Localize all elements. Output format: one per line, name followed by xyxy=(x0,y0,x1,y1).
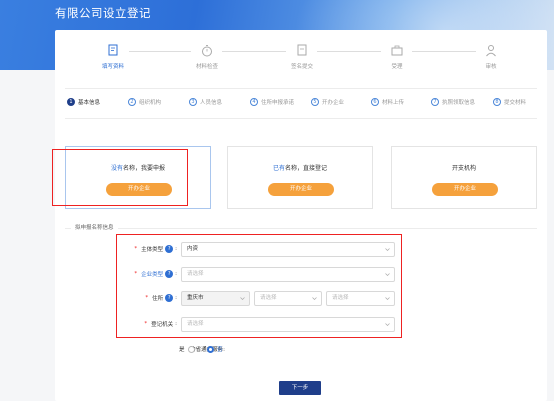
briefcase-icon xyxy=(391,45,403,56)
option-title: 开支机构 xyxy=(451,165,476,172)
substep-label: 开办企业 xyxy=(322,100,345,106)
enterprise-type-select[interactable]: 请选择 xyxy=(181,267,395,282)
chevron-down-icon xyxy=(385,297,390,300)
substep-address-commitment[interactable]: 4 住所申报承诺 xyxy=(250,98,294,106)
substep-label: 基本信息 xyxy=(78,100,101,106)
radio-no[interactable]: 否 xyxy=(207,345,223,353)
help-icon[interactable]: ? xyxy=(165,294,174,302)
row-address: * 住所?: 重庆市 请选择 请选择 xyxy=(55,291,547,306)
radio-label: 否 xyxy=(217,347,223,353)
divider xyxy=(65,88,537,89)
radio-circle[interactable] xyxy=(207,345,214,353)
substep-label: 提交材料 xyxy=(504,100,527,106)
open-enterprise-button[interactable]: 开办企业 xyxy=(432,183,498,196)
section-title: 拟申报名称信息 xyxy=(71,223,118,231)
radio-circle[interactable] xyxy=(187,345,195,353)
step-review: 审核 xyxy=(451,44,531,70)
step-label: 材料检查 xyxy=(195,64,218,70)
step-label: 填写资料 xyxy=(101,64,124,70)
substep-open-enterprise[interactable]: 5 开办企业 xyxy=(311,98,344,106)
city-select[interactable]: 重庆市 xyxy=(181,291,250,306)
user-check-icon xyxy=(486,45,496,57)
document-edit-icon xyxy=(108,44,118,56)
open-enterprise-button[interactable]: 开办企业 xyxy=(106,183,172,196)
row-enterprise-type: * 企业类型?: 请选择 xyxy=(55,267,547,282)
substep-number: 3 xyxy=(189,98,197,106)
chevron-down-icon xyxy=(240,297,245,300)
sub-steps: 1 基本信息 2 组织机构 3 人员信息 4 住所申报承诺 5 开办企业 6 材… xyxy=(55,98,547,112)
address-label: * 住所?: xyxy=(145,294,177,302)
registry-label: * 登记机关: xyxy=(144,321,177,328)
substep-label: 组织机构 xyxy=(139,100,162,106)
row-subject-type: * 主体类型?: 内资 xyxy=(55,242,547,257)
registry-select[interactable]: 请选择 xyxy=(181,317,395,332)
open-enterprise-button[interactable]: 开办企业 xyxy=(268,183,334,196)
step-sign: 签名提交 xyxy=(262,44,342,70)
substep-upload[interactable]: 6 材料上传 xyxy=(371,98,404,106)
substep-label: 执照领取信息 xyxy=(442,100,476,106)
section-divider xyxy=(65,228,537,229)
substep-label: 材料上传 xyxy=(382,100,405,106)
district-select[interactable]: 请选择 xyxy=(254,291,322,306)
substep-personnel[interactable]: 3 人员信息 xyxy=(189,98,222,106)
help-icon[interactable]: ? xyxy=(165,270,174,278)
stopwatch-icon xyxy=(202,45,212,57)
substep-number: 5 xyxy=(311,98,319,106)
street-select[interactable]: 请选择 xyxy=(326,291,395,306)
step-accept: 受理 xyxy=(357,44,437,70)
row-registry: * 登记机关: 请选择 xyxy=(55,317,547,332)
option-apply-new-name[interactable]: 没有名称，我要申报 开办企业 xyxy=(65,146,211,209)
substep-basic-info[interactable]: 1 基本信息 xyxy=(67,98,100,106)
radio-label: 是 xyxy=(179,347,185,353)
page-title: 有限公司设立登记 xyxy=(55,6,151,20)
main-card: 填写资料 材料检查 签名提交 受理 审核 1 基本信息 2 组织机构 3 人员信… xyxy=(55,30,547,401)
chevron-down-icon xyxy=(385,323,390,326)
divider xyxy=(65,118,537,119)
step-check: 材料检查 xyxy=(167,44,247,70)
chevron-down-icon xyxy=(312,297,317,300)
option-title: 没有名称，我要申报 xyxy=(110,165,166,172)
substep-submit[interactable]: 8 提交材料 xyxy=(493,98,526,106)
chevron-down-icon xyxy=(385,248,390,251)
substep-label: 人员信息 xyxy=(200,100,223,106)
step-label: 受理 xyxy=(391,64,403,70)
substep-number: 8 xyxy=(493,98,501,106)
radio-yes[interactable]: 是 xyxy=(179,345,195,353)
substep-number: 1 xyxy=(67,98,75,106)
substep-number: 7 xyxy=(431,98,439,106)
substep-license-pickup[interactable]: 7 执照领取信息 xyxy=(431,98,475,106)
substep-label: 住所申报承诺 xyxy=(261,100,295,106)
option-existing-name[interactable]: 已有名称，直接登记 开办企业 xyxy=(227,146,373,209)
subject-type-label: * 主体类型?: xyxy=(134,245,177,253)
row-remote-service: 跨省通办服务: 是 否 xyxy=(55,343,547,355)
substep-number: 2 xyxy=(128,98,136,106)
option-branch[interactable]: 开支机构 开办企业 xyxy=(391,146,537,209)
step-fill-info: 填写资料 xyxy=(73,44,153,70)
step-label: 审核 xyxy=(485,64,497,70)
option-title: 已有名称，直接登记 xyxy=(272,165,328,172)
substep-organization[interactable]: 2 组织机构 xyxy=(128,98,161,106)
help-icon[interactable]: ? xyxy=(165,245,174,253)
subject-type-select[interactable]: 内资 xyxy=(181,242,395,257)
chevron-down-icon xyxy=(385,273,390,276)
enterprise-type-label: * 企业类型?: xyxy=(134,270,177,278)
progress-steps: 填写资料 材料检查 签名提交 受理 审核 xyxy=(55,44,547,76)
substep-number: 4 xyxy=(250,98,258,106)
signature-doc-icon xyxy=(297,44,307,56)
substep-number: 6 xyxy=(371,98,379,106)
next-button[interactable]: 下一步 xyxy=(279,381,321,395)
step-label: 签名提交 xyxy=(290,64,313,70)
